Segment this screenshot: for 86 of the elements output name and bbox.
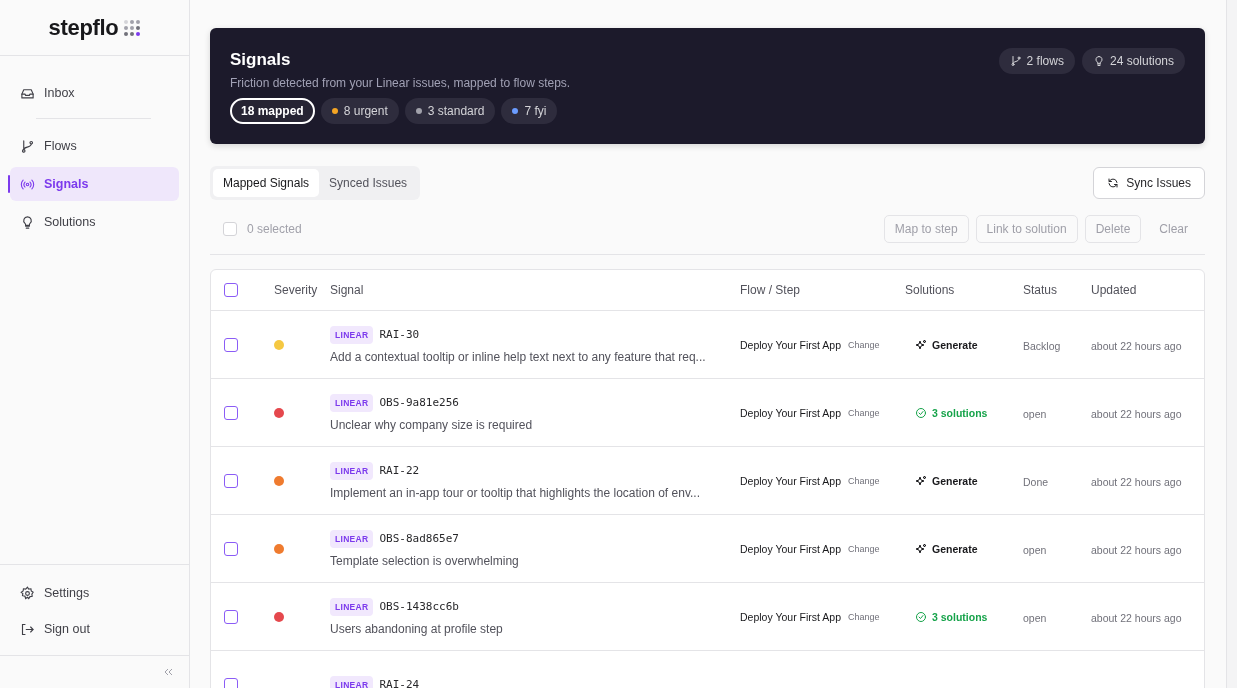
filter-chip[interactable]: 8 urgent bbox=[320, 98, 399, 124]
issue-id: OBS-8ad865e7 bbox=[379, 532, 459, 545]
updated-time: about 22 hours ago bbox=[1091, 475, 1182, 488]
flow-step: Deploy Your First App bbox=[740, 542, 841, 555]
filter-chip[interactable]: 18 mapped bbox=[230, 98, 315, 124]
source-tag: LINEAR bbox=[330, 597, 374, 616]
change-link[interactable]: Change bbox=[848, 475, 880, 486]
source-tag: LINEAR bbox=[330, 461, 374, 480]
source-tag: LINEAR bbox=[330, 675, 374, 688]
nav-item[interactable]: Signals bbox=[10, 167, 179, 201]
flow-step: Deploy Your First App bbox=[740, 610, 841, 623]
sparkle-icon bbox=[915, 338, 927, 351]
signal-description: Implement an in-app tour or tooltip that highlights the location of env... bbox=[330, 485, 701, 500]
column-header: Flow / Step bbox=[740, 283, 801, 297]
status-text: open bbox=[1023, 407, 1047, 420]
signal-description: Template selection is overwhelming bbox=[330, 553, 520, 568]
refresh-icon bbox=[1107, 177, 1120, 189]
column-header: Solutions bbox=[905, 283, 955, 297]
source-tag: LINEAR bbox=[330, 529, 374, 548]
issue-id: RAI-30 bbox=[379, 328, 420, 341]
page-title: Signals bbox=[230, 50, 292, 70]
source-tag: LINEAR bbox=[330, 393, 374, 412]
column-header: Status bbox=[1023, 283, 1058, 297]
stat-pill: 24 solutions bbox=[1081, 48, 1185, 74]
checkbox[interactable] bbox=[224, 337, 238, 352]
updated-time: about 22 hours ago bbox=[1091, 611, 1182, 624]
signal-description: Users abandoning at profile step bbox=[330, 621, 504, 636]
status-text: Backlog bbox=[1023, 339, 1061, 352]
checkbox[interactable] bbox=[224, 473, 238, 488]
change-link[interactable]: Change bbox=[848, 339, 880, 350]
updated-time: about 22 hours ago bbox=[1091, 543, 1182, 556]
issue-id: OBS-1438cc6b bbox=[379, 600, 459, 613]
checkbox[interactable] bbox=[224, 405, 238, 420]
dot-grid-icon bbox=[122, 18, 141, 37]
checkbox[interactable] bbox=[224, 283, 238, 297]
generate-button[interactable]: Generate bbox=[905, 542, 978, 555]
source-tag: LINEAR bbox=[330, 325, 374, 344]
change-link[interactable]: Change bbox=[848, 543, 880, 554]
column-header: Signal bbox=[330, 283, 364, 297]
lightbulb-icon bbox=[1092, 55, 1105, 67]
logo-text: stepflo bbox=[48, 14, 119, 41]
branch-icon bbox=[20, 138, 35, 154]
checkbox[interactable] bbox=[224, 609, 238, 624]
generate-button[interactable]: Generate bbox=[905, 474, 978, 487]
collapse-icon[interactable] bbox=[163, 667, 173, 677]
flow-step: Deploy Your First App bbox=[740, 406, 841, 419]
issue-id: RAI-22 bbox=[379, 464, 420, 477]
checkbox[interactable] bbox=[224, 677, 238, 688]
filter-chip[interactable]: 3 standard bbox=[404, 98, 496, 124]
status-text: open bbox=[1023, 611, 1047, 624]
nav-item[interactable]: Flows bbox=[10, 129, 179, 163]
signal-description: Add a contextual tooltip or inline help text next to any feature that req... bbox=[330, 349, 707, 364]
sign-out-icon bbox=[20, 621, 35, 637]
column-header: Updated bbox=[1091, 283, 1137, 297]
selection-count: 0 selected bbox=[247, 222, 302, 236]
sparkle-icon bbox=[915, 542, 927, 555]
nav-item[interactable]: Solutions bbox=[10, 205, 179, 239]
flow-step: Deploy Your First App bbox=[740, 338, 841, 351]
flow-step: Deploy Your First App bbox=[740, 474, 841, 487]
updated-time: about 22 hours ago bbox=[1091, 407, 1182, 420]
sparkle-icon bbox=[915, 474, 927, 487]
nav-item[interactable]: Settings bbox=[10, 575, 179, 611]
nav-item[interactable]: Inbox bbox=[10, 76, 179, 110]
check-circle-icon bbox=[915, 406, 927, 419]
lightbulb-icon bbox=[20, 214, 35, 230]
issue-id: RAI-24 bbox=[379, 678, 420, 688]
status-text: open bbox=[1023, 543, 1047, 556]
page-subtitle: Friction detected from your Linear issues, mapped to flow steps. bbox=[230, 76, 571, 90]
stat-pill: 2 flows bbox=[998, 48, 1075, 74]
tab[interactable]: Synced Issues bbox=[319, 169, 418, 197]
issue-id: OBS-9a81e256 bbox=[379, 396, 459, 409]
branch-icon bbox=[1009, 55, 1022, 67]
filter-chip[interactable]: 7 fyi bbox=[501, 98, 558, 124]
nav-item[interactable]: Sign out bbox=[10, 611, 179, 647]
column-header: Severity bbox=[274, 283, 318, 297]
check-circle-icon bbox=[915, 610, 927, 623]
status-text: Done bbox=[1023, 475, 1049, 488]
updated-time: about 22 hours ago bbox=[1091, 339, 1182, 352]
change-link[interactable]: Change bbox=[848, 407, 880, 418]
sync-button[interactable]: Sync Issues bbox=[1093, 167, 1205, 199]
tab[interactable]: Mapped Signals bbox=[213, 169, 320, 197]
generate-button[interactable]: Generate bbox=[905, 338, 978, 351]
checkbox[interactable] bbox=[224, 541, 238, 556]
change-link[interactable]: Change bbox=[848, 611, 880, 622]
settings-icon bbox=[20, 585, 35, 601]
signal-description: Unclear why company size is required bbox=[330, 417, 534, 432]
